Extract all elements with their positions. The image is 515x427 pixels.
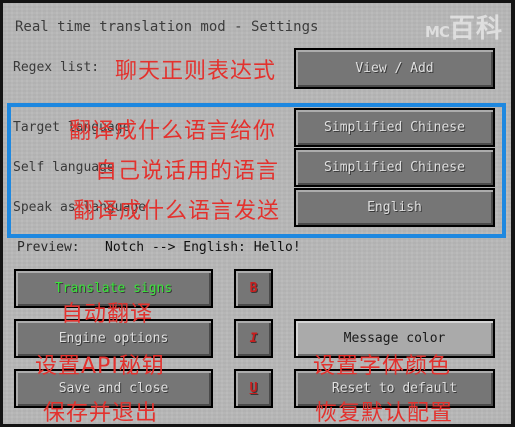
speak-as-language-label: Speak as language	[13, 200, 147, 215]
watermark-mc: MC	[425, 23, 450, 41]
underline-toggle-button[interactable]: U	[234, 369, 273, 408]
annotation-self-language: 自己说话用的语言	[95, 159, 280, 184]
speak-as-language-button[interactable]: English	[294, 188, 495, 227]
view-add-regex-button[interactable]: View / Add	[294, 48, 495, 89]
self-language-button[interactable]: Simplified Chinese	[294, 148, 495, 187]
target-language-button[interactable]: Simplified Chinese	[294, 108, 495, 147]
engine-options-button[interactable]: Engine options	[14, 319, 213, 358]
preview-label: Preview:	[17, 240, 80, 255]
watermark-text: 百科	[448, 14, 503, 44]
annotation-regex: 聊天正则表达式	[115, 59, 277, 84]
watermark-logo: MC百科	[425, 8, 503, 45]
translate-signs-button[interactable]: Translate signs	[14, 269, 213, 308]
preview-text: Notch --> English: Hello!	[105, 240, 301, 255]
self-language-label: Self language	[13, 160, 115, 175]
regex-list-label: Regex list:	[13, 60, 100, 75]
target-language-label: Target language	[13, 120, 131, 135]
settings-screen: Real time translation mod - Settings MC百…	[3, 3, 511, 426]
reset-to-default-button[interactable]: Reset to default	[294, 369, 495, 408]
bold-toggle-button[interactable]: B	[234, 269, 273, 308]
italic-toggle-button[interactable]: I	[234, 319, 273, 358]
message-color-button[interactable]: Message color	[294, 319, 495, 358]
screen-title: Real time translation mod - Settings	[15, 19, 319, 35]
save-and-close-button[interactable]: Save and close	[14, 369, 213, 408]
